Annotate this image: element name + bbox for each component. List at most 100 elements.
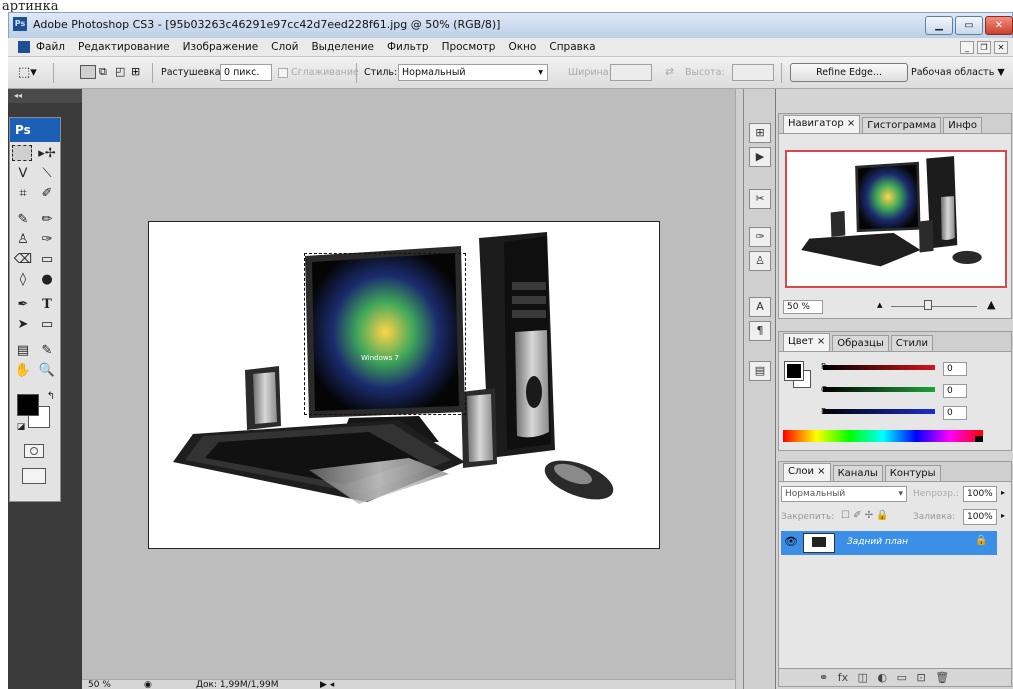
menu-filter[interactable]: Фильтр: [387, 41, 429, 53]
tab-info[interactable]: Инфо: [943, 117, 982, 133]
menu-layer[interactable]: Слой: [271, 41, 298, 53]
menu-file[interactable]: Файл: [36, 41, 65, 53]
maximize-button[interactable]: ▭: [955, 16, 983, 35]
subtract-selection-icon[interactable]: ◰: [115, 65, 129, 79]
color-fg-swatch[interactable]: [784, 361, 804, 381]
history-panel-icon[interactable]: ⊞: [749, 123, 771, 143]
layer-style-icon[interactable]: fx: [838, 671, 848, 684]
status-zoom[interactable]: 50 %: [88, 680, 111, 689]
path-selection-tool-icon[interactable]: ➤: [12, 316, 34, 334]
dodge-tool-icon[interactable]: ●: [36, 271, 58, 289]
layer-mask-icon[interactable]: ◫: [858, 671, 868, 684]
blue-slider[interactable]: [823, 409, 935, 414]
tab-navigator[interactable]: Навигатор ×: [783, 115, 861, 133]
type-tool-icon[interactable]: T: [36, 296, 58, 314]
status-menu-arrow-icon[interactable]: ▶ ◂: [320, 680, 334, 689]
doc-close-button[interactable]: ✕: [994, 41, 1008, 54]
refine-edge-button[interactable]: Refine Edge...: [790, 63, 908, 82]
zoom-tool-icon[interactable]: 🔍: [36, 362, 58, 380]
crop-tool-icon[interactable]: ⌗: [12, 185, 34, 203]
gradient-tool-icon[interactable]: ▭: [36, 251, 58, 269]
menu-help[interactable]: Справка: [549, 41, 595, 53]
link-layers-icon[interactable]: ⚭: [819, 671, 828, 684]
tab-histogram[interactable]: Гистограмма: [862, 117, 942, 133]
quick-mask-icon[interactable]: [24, 444, 44, 458]
layer-comps-icon[interactable]: ▤: [749, 361, 771, 381]
menu-image[interactable]: Изображение: [183, 41, 259, 53]
screen-mode-icon[interactable]: [22, 468, 46, 484]
brush-tool-icon[interactable]: ✏: [36, 211, 58, 229]
vertical-scrollbar[interactable]: [735, 89, 743, 689]
clone-source-icon[interactable]: ♙: [749, 251, 771, 271]
new-selection-icon[interactable]: [80, 65, 96, 79]
menu-view[interactable]: Просмотр: [442, 41, 496, 53]
default-colors-icon[interactable]: ◪: [10, 418, 32, 436]
fill-arrow-icon[interactable]: ▸: [1001, 511, 1005, 520]
foreground-color-swatch[interactable]: [17, 394, 39, 416]
pen-tool-icon[interactable]: ✒: [12, 296, 34, 314]
tab-layers[interactable]: Слои ×: [783, 463, 831, 481]
blend-mode-select[interactable]: Нормальный ▾: [781, 486, 907, 502]
history-brush-tool-icon[interactable]: ✑: [36, 231, 58, 249]
character-panel-icon[interactable]: A: [749, 297, 771, 317]
feather-input[interactable]: 0 пикс.: [220, 64, 272, 81]
new-layer-icon[interactable]: ⊡: [917, 671, 926, 684]
navigator-zoom-input[interactable]: 50 %: [783, 300, 823, 314]
add-selection-icon[interactable]: ⧉: [99, 65, 113, 79]
close-button[interactable]: ✕: [985, 16, 1013, 35]
tab-styles[interactable]: Стили: [890, 335, 933, 351]
intersect-selection-icon[interactable]: ⊞: [131, 65, 145, 79]
delete-layer-icon[interactable]: 🗑: [935, 671, 949, 684]
menu-select[interactable]: Выделение: [311, 41, 374, 53]
magic-wand-tool-icon[interactable]: ⟍: [36, 165, 58, 183]
height-input[interactable]: [732, 64, 774, 81]
healing-brush-tool-icon[interactable]: ✎: [12, 211, 34, 229]
notes-tool-icon[interactable]: ▤: [12, 342, 34, 360]
hand-tool-icon[interactable]: ✋: [12, 362, 34, 380]
red-slider[interactable]: [823, 365, 935, 370]
clone-stamp-tool-icon[interactable]: ♙: [12, 231, 34, 249]
opacity-arrow-icon[interactable]: ▸: [1001, 488, 1005, 497]
eye-icon[interactable]: 👁: [784, 535, 798, 548]
workspace-menu[interactable]: Рабочая область ▼: [911, 67, 1005, 78]
brushes-panel-icon[interactable]: ✑: [749, 227, 771, 247]
zoom-out-icon[interactable]: ▴: [877, 298, 883, 311]
eraser-tool-icon[interactable]: ⌫: [12, 251, 34, 269]
minimize-button[interactable]: ▁: [925, 16, 953, 35]
menu-window[interactable]: Окно: [508, 41, 536, 53]
blue-value[interactable]: 0: [943, 406, 967, 420]
red-value[interactable]: 0: [943, 362, 967, 376]
paragraph-panel-icon[interactable]: ¶: [749, 321, 771, 341]
green-value[interactable]: 0: [943, 384, 967, 398]
adjustment-layer-icon[interactable]: ◐: [878, 671, 888, 684]
rect-marquee-tool-icon[interactable]: [12, 145, 32, 161]
navigator-zoom-slider[interactable]: [891, 306, 977, 307]
tools-presets-icon[interactable]: ✂: [749, 189, 771, 209]
layer-row-background[interactable]: 👁 Задний план 🔒: [781, 531, 997, 555]
layer-name[interactable]: Задний план: [847, 537, 908, 547]
collapse-toolbox-icon[interactable]: ◂◂: [8, 89, 82, 103]
tab-channels[interactable]: Каналы: [832, 465, 883, 481]
move-tool-icon[interactable]: ▸✢: [36, 145, 58, 163]
status-info-icon[interactable]: ◉: [144, 680, 152, 689]
slice-tool-icon[interactable]: ✐: [36, 185, 58, 203]
zoom-in-icon[interactable]: ▲: [987, 298, 995, 311]
opacity-input[interactable]: 100%: [963, 486, 997, 502]
blur-tool-icon[interactable]: ◊: [12, 271, 34, 289]
tab-swatches[interactable]: Образцы: [832, 335, 889, 351]
green-slider[interactable]: [823, 387, 935, 392]
width-input[interactable]: [610, 64, 652, 81]
fill-input[interactable]: 100%: [963, 509, 997, 525]
tab-paths[interactable]: Контуры: [884, 465, 941, 481]
antialias-checkbox[interactable]: [278, 68, 288, 78]
color-spectrum-bar[interactable]: [783, 430, 983, 442]
lasso-tool-icon[interactable]: ᐯ: [12, 165, 34, 183]
swap-width-height-icon[interactable]: ⇄: [665, 65, 674, 78]
shape-tool-icon[interactable]: ▭: [36, 316, 58, 334]
navigator-slider-thumb[interactable]: [924, 300, 932, 310]
doc-restore-button[interactable]: ❐: [977, 41, 991, 54]
lock-icons[interactable]: ☐ ✐ ✢ 🔒: [841, 510, 889, 521]
eyedropper-tool-icon[interactable]: ✎: [36, 342, 58, 360]
doc-minimize-button[interactable]: _: [960, 41, 974, 54]
marquee-tool-preset-icon[interactable]: ⬚▾: [18, 64, 48, 82]
